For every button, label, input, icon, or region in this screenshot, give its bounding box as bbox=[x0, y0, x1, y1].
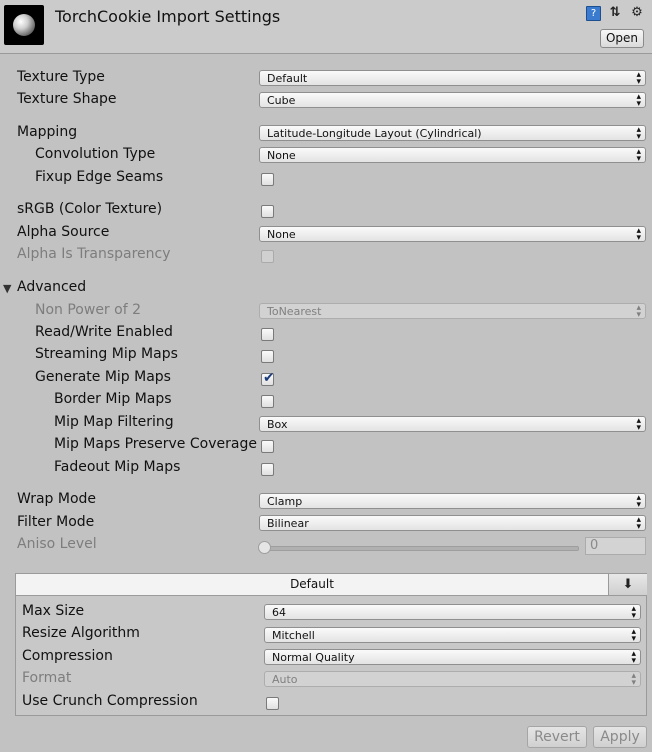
fixup-edge-seams-checkbox[interactable] bbox=[261, 173, 274, 186]
convolution-type-value: None bbox=[267, 149, 296, 162]
non-power-of-2-label: Non Power of 2 bbox=[35, 302, 141, 318]
alpha-is-transparency-label: Alpha Is Transparency bbox=[17, 246, 171, 262]
mapping-label: Mapping bbox=[17, 124, 78, 140]
dropdown-arrows-icon: ▴ ▾ bbox=[636, 416, 641, 433]
alpha-source-dropdown[interactable]: None ▴ ▾ bbox=[259, 226, 646, 243]
alpha-source-value: None bbox=[267, 228, 296, 241]
dropdown-arrows-icon: ▴ ▾ bbox=[636, 226, 641, 243]
format-dropdown[interactable]: Auto ▴ ▾ bbox=[264, 671, 641, 688]
open-button[interactable]: Open bbox=[600, 29, 644, 48]
texture-type-dropdown[interactable]: Default ▴ ▾ bbox=[259, 70, 646, 87]
streaming-mip-maps-checkbox[interactable] bbox=[261, 350, 274, 363]
streaming-mip-maps-label: Streaming Mip Maps bbox=[35, 346, 178, 362]
filter-mode-label: Filter Mode bbox=[17, 514, 95, 530]
texture-shape-value: Cube bbox=[267, 94, 296, 107]
dropdown-arrows-icon: ▴ ▾ bbox=[636, 92, 641, 109]
aniso-level-label: Aniso Level bbox=[17, 536, 97, 552]
compression-label: Compression bbox=[22, 648, 113, 664]
dropdown-arrows-icon: ▴ ▾ bbox=[631, 671, 636, 688]
dropdown-arrows-icon: ▴ ▾ bbox=[631, 649, 636, 666]
inspector-header: TorchCookie Import Settings ? ⇅ ⚙ Open bbox=[0, 0, 652, 54]
sliders-icon[interactable]: ⇅ bbox=[608, 6, 622, 20]
dropdown-arrows-icon: ▴ ▾ bbox=[636, 70, 641, 87]
book-icon[interactable]: ? bbox=[586, 6, 601, 21]
dropdown-arrows-icon: ▴ ▾ bbox=[636, 493, 641, 510]
read-write-enabled-label: Read/Write Enabled bbox=[35, 324, 173, 340]
mip-maps-preserve-coverage-label: Mip Maps Preserve Coverage bbox=[54, 436, 257, 452]
fadeout-mip-maps-checkbox[interactable] bbox=[261, 463, 274, 476]
max-size-value: 64 bbox=[272, 606, 286, 619]
compression-dropdown[interactable]: Normal Quality ▴ ▾ bbox=[264, 649, 641, 666]
fixup-edge-seams-label: Fixup Edge Seams bbox=[35, 169, 164, 185]
mip-maps-preserve-coverage-checkbox[interactable] bbox=[261, 440, 274, 453]
texture-type-label: Texture Type bbox=[17, 69, 105, 85]
aniso-level-field[interactable]: 0 bbox=[585, 537, 646, 555]
use-crunch-compression-label: Use Crunch Compression bbox=[22, 693, 198, 709]
convolution-type-label: Convolution Type bbox=[35, 146, 156, 162]
download-icon[interactable]: ⬇ bbox=[608, 574, 647, 596]
gear-icon[interactable]: ⚙ bbox=[630, 6, 644, 20]
dropdown-arrows-icon: ▴ ▾ bbox=[636, 303, 641, 320]
advanced-foldout-label[interactable]: Advanced bbox=[17, 279, 86, 295]
border-mip-maps-label: Border Mip Maps bbox=[54, 391, 172, 407]
texture-shape-label: Texture Shape bbox=[17, 91, 117, 107]
dropdown-arrows-icon: ▴ ▾ bbox=[631, 627, 636, 644]
mip-map-filtering-value: Box bbox=[267, 418, 288, 431]
wrap-mode-label: Wrap Mode bbox=[17, 491, 97, 507]
mapping-value: Latitude-Longitude Layout (Cylindrical) bbox=[267, 127, 482, 140]
mapping-dropdown[interactable]: Latitude-Longitude Layout (Cylindrical) … bbox=[259, 125, 646, 142]
aniso-level-slider-knob[interactable] bbox=[258, 541, 271, 554]
mip-map-filtering-dropdown[interactable]: Box ▴ ▾ bbox=[259, 416, 646, 433]
dropdown-arrows-icon: ▴ ▾ bbox=[636, 147, 641, 164]
resize-algorithm-value: Mitchell bbox=[272, 629, 315, 642]
read-write-enabled-checkbox[interactable] bbox=[261, 328, 274, 341]
filter-mode-value: Bilinear bbox=[267, 517, 309, 530]
platform-tab-default[interactable]: Default bbox=[16, 574, 608, 596]
generate-mip-maps-checkbox[interactable]: ✔ bbox=[261, 370, 275, 386]
convolution-type-dropdown[interactable]: None ▴ ▾ bbox=[259, 147, 646, 164]
max-size-dropdown[interactable]: 64 ▴ ▾ bbox=[264, 604, 641, 621]
filter-mode-dropdown[interactable]: Bilinear ▴ ▾ bbox=[259, 515, 646, 532]
apply-button[interactable]: Apply bbox=[593, 726, 647, 748]
resize-algorithm-label: Resize Algorithm bbox=[22, 625, 140, 641]
texture-type-value: Default bbox=[267, 72, 308, 85]
format-value: Auto bbox=[272, 673, 298, 686]
compression-value: Normal Quality bbox=[272, 651, 355, 664]
dropdown-arrows-icon: ▴ ▾ bbox=[636, 125, 641, 142]
alpha-is-transparency-checkbox[interactable] bbox=[261, 250, 274, 263]
non-power-of-2-dropdown[interactable]: ToNearest ▴ ▾ bbox=[259, 303, 646, 320]
alpha-source-label: Alpha Source bbox=[17, 224, 110, 240]
mip-map-filtering-label: Mip Map Filtering bbox=[54, 414, 174, 430]
inspector-title: TorchCookie Import Settings bbox=[55, 7, 281, 26]
dropdown-arrows-icon: ▴ ▾ bbox=[631, 604, 636, 621]
revert-button[interactable]: Revert bbox=[527, 726, 587, 748]
texture-preview-thumbnail bbox=[4, 5, 44, 45]
srgb-checkbox[interactable] bbox=[261, 205, 274, 218]
generate-mip-maps-label: Generate Mip Maps bbox=[35, 369, 171, 385]
texture-shape-dropdown[interactable]: Cube ▴ ▾ bbox=[259, 92, 646, 109]
dropdown-arrows-icon: ▴ ▾ bbox=[636, 515, 641, 532]
format-label: Format bbox=[22, 670, 72, 686]
fadeout-mip-maps-label: Fadeout Mip Maps bbox=[54, 459, 181, 475]
aniso-level-slider-track[interactable] bbox=[265, 546, 579, 551]
wrap-mode-value: Clamp bbox=[267, 495, 303, 508]
resize-algorithm-dropdown[interactable]: Mitchell ▴ ▾ bbox=[264, 627, 641, 644]
advanced-foldout-arrow-icon[interactable]: ▼ bbox=[3, 282, 11, 295]
wrap-mode-dropdown[interactable]: Clamp ▴ ▾ bbox=[259, 493, 646, 510]
use-crunch-compression-checkbox[interactable] bbox=[266, 697, 279, 710]
srgb-label: sRGB (Color Texture) bbox=[17, 201, 163, 217]
max-size-label: Max Size bbox=[22, 603, 85, 619]
non-power-of-2-value: ToNearest bbox=[267, 305, 322, 318]
border-mip-maps-checkbox[interactable] bbox=[261, 395, 274, 408]
checkmark-icon: ✔ bbox=[263, 370, 275, 386]
